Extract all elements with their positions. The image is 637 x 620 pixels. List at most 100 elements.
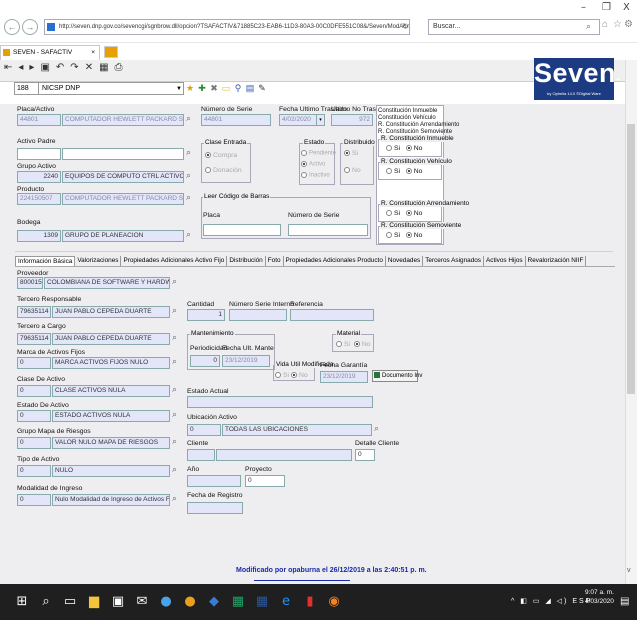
chevron-down-icon[interactable]: ▼ [176, 84, 182, 95]
estado-activo-lookup-icon[interactable]: ⌕ [172, 410, 177, 420]
barcode-placa-field[interactable] [203, 224, 281, 236]
settings-gear-icon[interactable]: ⚙ [624, 19, 633, 30]
proyecto-field[interactable]: 0 [245, 475, 285, 487]
grupo-activo-code-field[interactable]: 2240 [17, 171, 61, 183]
tipo-lookup-icon[interactable]: ⌕ [172, 465, 177, 475]
placa-lookup-icon[interactable]: ⌕ [186, 114, 191, 124]
system-tray[interactable]: ^ ◧ ▭ ◢ ◁) ESP [511, 597, 592, 605]
grupo-activo-lookup-icon[interactable]: ⌕ [186, 171, 191, 181]
material-radios[interactable]: Si No [336, 341, 371, 348]
minimize-button[interactable]: – [581, 2, 586, 13]
search-taskbar-icon[interactable]: ⌕ [38, 594, 54, 610]
find-icon[interactable]: ⚲ [233, 83, 243, 93]
detalle-cliente-field[interactable]: 0 [355, 449, 375, 461]
word-icon[interactable]: ▦ [254, 594, 270, 610]
r-vehiculo-radios[interactable]: Si No [386, 168, 422, 175]
new-tab-button[interactable] [104, 46, 118, 58]
clase-entrada-compra-radio[interactable]: Compra [205, 152, 237, 159]
nav-first-icon[interactable]: ⇤ [4, 62, 12, 76]
activo-padre-lookup-icon[interactable]: ⌕ [186, 148, 191, 158]
scrollbar-thumb[interactable] [627, 124, 635, 394]
print-icon[interactable]: ⎙ [115, 62, 123, 76]
refresh-icon[interactable]: ↻ [402, 22, 409, 31]
tercero-cargo-lookup-icon[interactable]: ⌕ [172, 333, 177, 343]
app-icon-2[interactable]: ● [182, 594, 198, 610]
estado-inactivo-radio[interactable]: Inactivo [301, 172, 330, 179]
numero-serie-field[interactable]: 44801 [201, 114, 271, 126]
distribuido-no-radio[interactable]: No [344, 167, 361, 174]
pdf-icon[interactable]: ▮ [302, 594, 318, 610]
forward-icon[interactable]: → [22, 19, 38, 35]
delete-icon[interactable]: ✕ [85, 62, 93, 76]
clase-lookup-icon[interactable]: ⌕ [172, 385, 177, 395]
estado-activo-radio[interactable]: Activo [301, 161, 325, 168]
redo-icon[interactable]: ↷ [70, 62, 78, 76]
tercero-resp-code-field[interactable]: 79635114 [17, 306, 51, 318]
clase-entrada-donacion-radio[interactable]: Donación [205, 167, 242, 174]
r-inmueble-radios[interactable]: Si No [386, 145, 422, 152]
marca-lookup-icon[interactable]: ⌕ [172, 357, 177, 367]
estado-activo-code-field[interactable]: 0 [17, 410, 51, 422]
tercero-resp-lookup-icon[interactable]: ⌕ [172, 306, 177, 316]
producto-code-field[interactable]: 224150507 [17, 193, 61, 205]
r-semoviente-radios[interactable]: Si No [386, 232, 422, 239]
vida-util-radios[interactable]: Si No [275, 372, 308, 379]
barcode-serie-field[interactable] [288, 224, 368, 236]
edit-pencil-icon[interactable]: ✎ [257, 83, 267, 93]
home-icon[interactable]: ⌂ [602, 19, 608, 30]
back-icon[interactable]: ← [4, 19, 20, 35]
tipo-code-field[interactable]: 0 [17, 465, 51, 477]
company-select[interactable]: 188 NICSP DNP ▼ [14, 82, 184, 95]
anio-field[interactable] [187, 475, 241, 487]
nav-prev-icon[interactable]: ◂ [18, 62, 23, 76]
search-icon[interactable]: ⌕ [586, 21, 591, 32]
modalidad-code-field[interactable]: 0 [17, 494, 51, 506]
ubicacion-code-field[interactable]: 0 [187, 424, 221, 436]
num-serie-int-field[interactable] [229, 309, 287, 321]
store-icon[interactable]: ▣ [110, 594, 126, 610]
r-arrendamiento-radios[interactable]: Si No [386, 210, 422, 217]
undo-icon[interactable]: ↶ [56, 62, 64, 76]
nav-next-icon[interactable]: ▸ [29, 62, 34, 76]
search-input[interactable]: Buscar... [428, 19, 600, 35]
chrome-icon[interactable]: ◉ [326, 594, 342, 610]
cantidad-field[interactable]: 1 [187, 309, 225, 321]
edge-ie-icon[interactable]: e [278, 594, 294, 610]
close-button[interactable]: X [623, 2, 630, 13]
producto-lookup-icon[interactable]: ⌕ [186, 193, 191, 203]
tab-close-icon[interactable]: × [91, 46, 95, 59]
bodega-lookup-icon[interactable]: ⌕ [186, 230, 191, 240]
ubicacion-lookup-icon[interactable]: ⌕ [374, 424, 379, 434]
cliente-code-field[interactable] [187, 449, 215, 461]
taskbar-clock[interactable]: 9:07 a. m. 4/03/2020 [585, 588, 614, 606]
windows-start-icon[interactable]: ⊞ [14, 594, 30, 610]
distribuido-si-radio[interactable]: Si [344, 150, 358, 157]
date-dropdown-icon[interactable]: ▾ [316, 115, 324, 125]
scroll-down-icon[interactable]: v [627, 567, 631, 574]
grupo-riesgos-lookup-icon[interactable]: ⌕ [172, 437, 177, 447]
referencia-field[interactable] [290, 309, 374, 321]
fecha-registro-field[interactable] [187, 502, 243, 514]
excel-icon[interactable]: ▦ [230, 594, 246, 610]
fecha-ult-mante-field[interactable]: 23/12/2019 [222, 355, 270, 367]
task-view-icon[interactable]: ▭ [62, 594, 78, 610]
activo-padre-code-field[interactable] [17, 148, 61, 160]
periodicidad-field[interactable]: 0 [190, 355, 220, 367]
estado-actual-field[interactable] [187, 396, 373, 408]
app-icon-1[interactable]: ● [158, 594, 174, 610]
bodega-code-field[interactable]: 1309 [17, 230, 61, 242]
ult-no-traslado-field[interactable]: 972 [331, 114, 373, 126]
save-icon[interactable]: ▣ [40, 62, 49, 76]
marca-code-field[interactable]: 0 [17, 357, 51, 369]
browser-tab[interactable]: SEVEN - SAFACTIV × [0, 45, 100, 60]
file-explorer-icon[interactable]: ▆ [86, 594, 102, 610]
add-icon[interactable]: ✚ [197, 83, 207, 93]
remove-icon[interactable]: ✖ [209, 83, 219, 93]
mail-icon[interactable]: ✉ [134, 594, 150, 610]
folder-icon[interactable]: ▭ [221, 83, 231, 93]
clase-code-field[interactable]: 0 [17, 385, 51, 397]
proveedor-lookup-icon[interactable]: ⌕ [172, 277, 177, 287]
grid-icon[interactable]: ▦ [99, 62, 108, 76]
app-icon-3[interactable]: ◆ [206, 594, 222, 610]
modalidad-lookup-icon[interactable]: ⌕ [172, 494, 177, 504]
